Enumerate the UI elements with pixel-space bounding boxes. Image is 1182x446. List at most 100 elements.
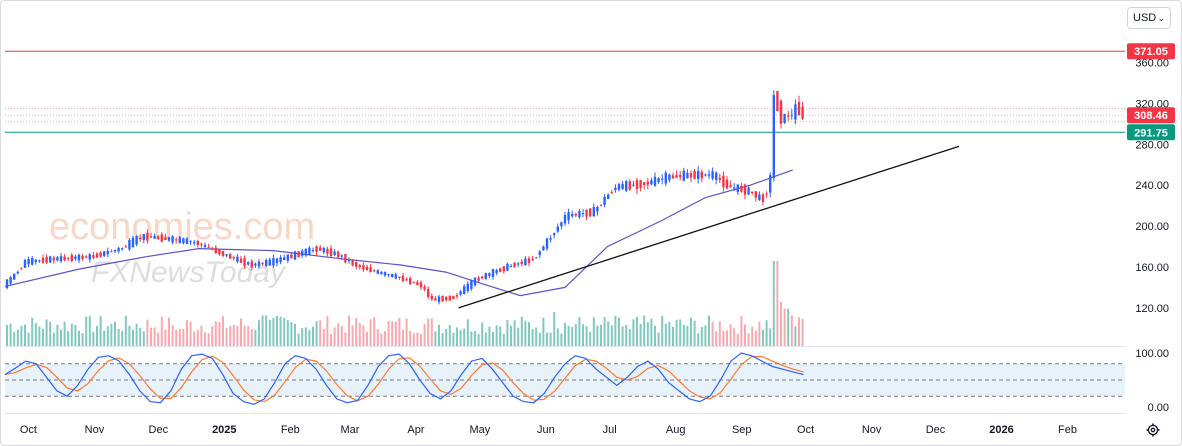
candle-body bbox=[85, 256, 88, 258]
candle-body bbox=[142, 233, 145, 240]
volume-bar bbox=[409, 330, 412, 346]
candle-body bbox=[376, 270, 379, 274]
candle-body bbox=[308, 247, 311, 255]
candle-body bbox=[549, 238, 552, 240]
volume-bar bbox=[110, 323, 113, 346]
candle-body bbox=[218, 249, 221, 255]
candle-body bbox=[603, 196, 606, 205]
candle-body bbox=[117, 247, 120, 252]
gear-icon bbox=[1146, 423, 1160, 437]
volume-bar bbox=[160, 316, 163, 346]
volume-bar bbox=[520, 316, 523, 346]
candle-body bbox=[81, 255, 84, 259]
volume-bar bbox=[261, 315, 264, 346]
candle-body bbox=[225, 254, 228, 256]
candle-body bbox=[171, 236, 174, 243]
candle-body bbox=[635, 180, 639, 190]
time-axis-label: Sep bbox=[732, 424, 752, 436]
volume-bar bbox=[333, 327, 336, 346]
volume-bar bbox=[499, 326, 502, 346]
volume-bar bbox=[369, 319, 372, 346]
candle-body bbox=[715, 172, 718, 180]
currency-dropdown[interactable]: USD ⌄ bbox=[1127, 7, 1171, 29]
candle-body bbox=[488, 273, 491, 276]
volume-bar bbox=[312, 326, 314, 346]
volume-bar bbox=[632, 319, 635, 346]
candle-body bbox=[477, 277, 480, 281]
candle-body bbox=[409, 277, 412, 285]
volume-bar bbox=[711, 321, 714, 346]
candle-body bbox=[70, 254, 73, 262]
candle-body bbox=[747, 187, 750, 195]
time-axis-label: Nov bbox=[85, 424, 105, 436]
settings-button[interactable] bbox=[1144, 421, 1162, 439]
candle-body bbox=[365, 266, 369, 271]
volume-bar bbox=[513, 320, 516, 346]
volume-bar bbox=[434, 331, 437, 346]
candle-body bbox=[27, 258, 30, 265]
volume-bar bbox=[387, 320, 390, 346]
candle-body bbox=[160, 234, 163, 242]
candle-body bbox=[427, 288, 430, 297]
candle-body bbox=[301, 250, 304, 256]
candle-body bbox=[743, 184, 747, 195]
volume-bar bbox=[787, 308, 790, 346]
candle-body bbox=[506, 263, 509, 271]
volume-bar bbox=[258, 320, 260, 346]
volume-bar bbox=[456, 327, 458, 346]
volume-bar bbox=[751, 326, 754, 346]
volume-bar bbox=[380, 333, 383, 346]
time-axis-label: Dec bbox=[926, 424, 946, 436]
candle-body bbox=[441, 296, 444, 302]
volume-bar bbox=[553, 312, 556, 346]
candle-body bbox=[95, 253, 99, 258]
candle-body bbox=[157, 236, 160, 239]
candle-body bbox=[193, 242, 196, 244]
candle-body bbox=[45, 256, 48, 263]
candle-body bbox=[149, 236, 153, 238]
candle-body bbox=[5, 279, 9, 289]
candle-body bbox=[373, 270, 376, 272]
volume-bar bbox=[430, 318, 433, 346]
volume-bar bbox=[571, 327, 574, 346]
volume-bar bbox=[643, 315, 646, 346]
price-tick-label: 120.00 bbox=[1135, 303, 1169, 315]
volume-bar bbox=[117, 328, 120, 346]
price-chart[interactable]: economies.comFXNewsToday360.00320.00280.… bbox=[1, 1, 1182, 446]
volume-bar bbox=[222, 316, 224, 346]
volume-bar bbox=[682, 324, 685, 346]
candle-body bbox=[347, 260, 351, 262]
candle-body bbox=[344, 253, 347, 263]
volume-bar bbox=[38, 326, 41, 346]
candle-body bbox=[581, 213, 585, 215]
candle-body bbox=[509, 266, 513, 268]
candle-body bbox=[722, 175, 725, 188]
volume-bar bbox=[546, 332, 548, 346]
candle-body bbox=[553, 233, 556, 236]
candle-body bbox=[146, 232, 149, 241]
volume-bar bbox=[560, 333, 563, 346]
candle-body bbox=[261, 263, 264, 265]
volume-bar bbox=[488, 326, 491, 346]
price-tick-label: 280.00 bbox=[1135, 139, 1169, 151]
candle-body bbox=[643, 182, 646, 186]
candle-body bbox=[574, 213, 577, 216]
volume-bar bbox=[524, 320, 527, 346]
candle-body bbox=[232, 257, 235, 259]
candle-body bbox=[283, 257, 286, 260]
time-axis-label: Apr bbox=[407, 424, 424, 436]
volume-bar bbox=[193, 331, 196, 346]
volume-bar bbox=[477, 334, 480, 346]
volume-bar bbox=[394, 321, 397, 346]
candle-body bbox=[333, 251, 336, 256]
volume-bar bbox=[517, 327, 520, 346]
candle-body bbox=[326, 248, 329, 254]
candle-body bbox=[711, 171, 714, 179]
volume-bar bbox=[585, 326, 588, 346]
candle-body bbox=[704, 174, 707, 176]
candle-body bbox=[13, 273, 16, 280]
volume-bar bbox=[121, 330, 124, 346]
candle-body bbox=[466, 283, 469, 291]
volume-bar bbox=[794, 326, 797, 346]
currency-label: USD bbox=[1133, 12, 1157, 24]
